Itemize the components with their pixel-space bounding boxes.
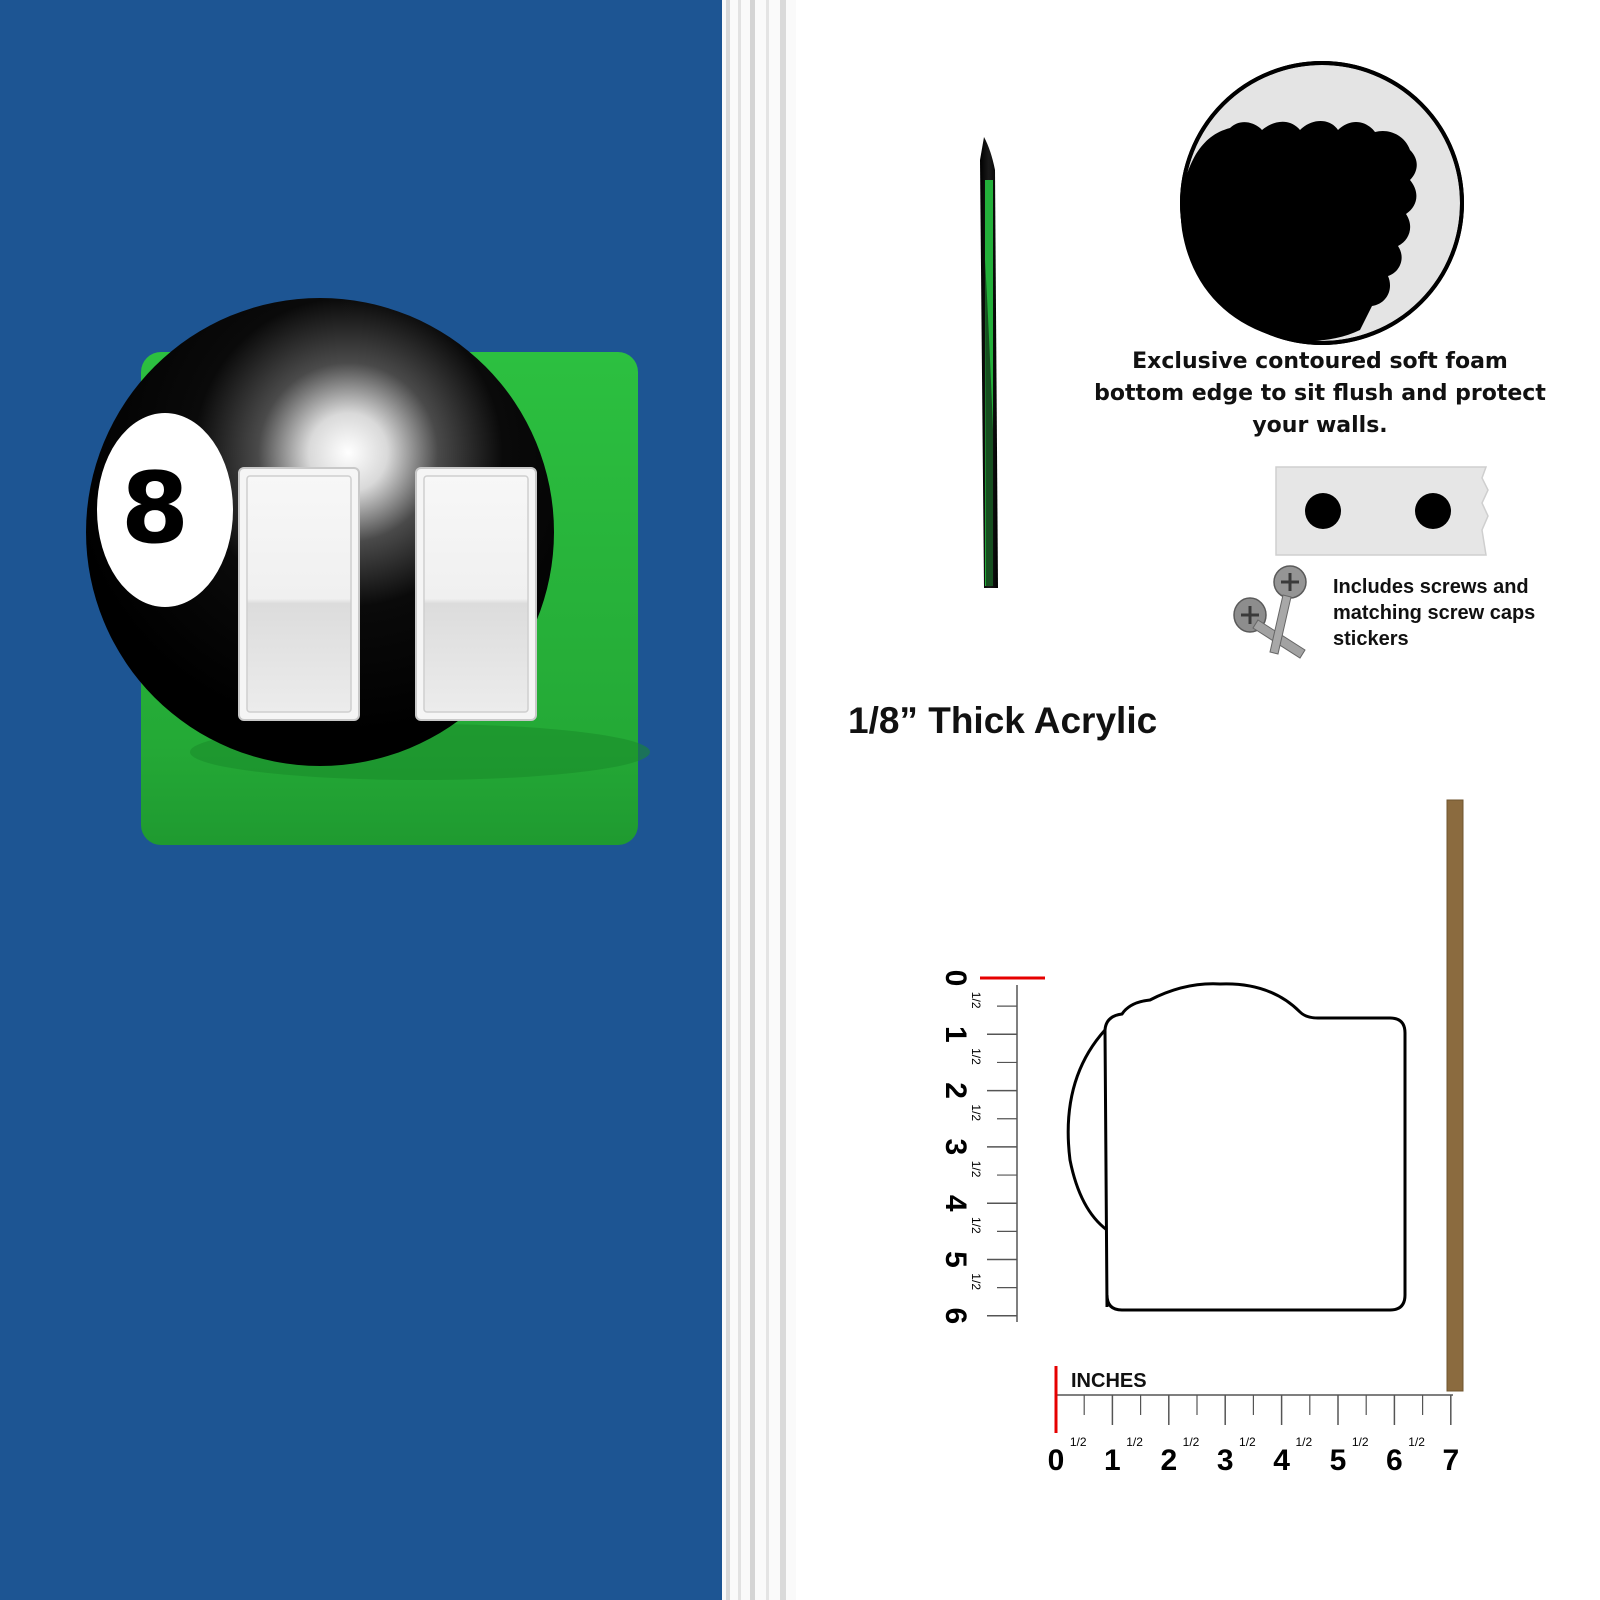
ruler-tick-label: 2 (1160, 1444, 1177, 1477)
ruler-tick-label: 5 (939, 1251, 972, 1268)
screw-cap-stickers (1275, 466, 1489, 556)
ruler-half-label: 1/2 (969, 1273, 983, 1290)
ruler-tick-label: 3 (1217, 1444, 1234, 1477)
ruler-tick-label: 4 (939, 1195, 972, 1212)
ruler-unit-label: INCHES (1071, 1370, 1147, 1392)
ruler-tick-label: 4 (1273, 1444, 1290, 1477)
ruler-tick-label: 6 (1386, 1444, 1403, 1477)
plate-side-profile (980, 137, 998, 588)
ruler-half-label: 1/2 (969, 992, 983, 1009)
ruler-tick-label: 5 (1330, 1444, 1347, 1477)
ruler-tick-label: 6 (939, 1307, 972, 1324)
screw-cap-sticker-icon (1305, 493, 1341, 529)
board-edge (1446, 799, 1464, 1392)
ruler-tick-label: 1 (1104, 1444, 1121, 1477)
ruler-half-label: 1/2 (1352, 1435, 1369, 1449)
ruler-half-label: 1/2 (969, 1104, 983, 1121)
ruler-half-label: 1/2 (1295, 1435, 1312, 1449)
ruler-half-label: 1/2 (1126, 1435, 1143, 1449)
eight-ball-number: 8 (121, 452, 189, 566)
light-switch-left[interactable] (238, 467, 360, 721)
ruler-tick-label: 3 (939, 1139, 972, 1156)
ruler-tick-label: 0 (939, 970, 972, 987)
foam-edge-caption: Exclusive contoured soft foam bottom edg… (1094, 349, 1546, 438)
vertical-ruler: 0 1/2 1 1/2 2 1/2 3 1/2 4 1/2 5 1/2 6 (939, 970, 1045, 1324)
screws-caption: Includes screws and matching screw caps … (1333, 576, 1536, 650)
plate-outline-drawing (1103, 982, 1407, 1312)
ruler-half-label: 1/2 (969, 1217, 983, 1234)
switch-plate-cover: 8 (86, 298, 650, 845)
ruler-half-label: 1/2 (969, 1161, 983, 1178)
screws-icon (1233, 565, 1307, 659)
ruler-tick-label: 7 (1442, 1444, 1459, 1477)
ruler-half-label: 1/2 (969, 1048, 983, 1065)
ruler-tick-label: 1 (939, 1026, 972, 1043)
screw-cap-sticker-icon (1415, 493, 1451, 529)
ruler-tick-label: 2 (939, 1082, 972, 1099)
ruler-half-label: 1/2 (1070, 1435, 1087, 1449)
product-illustrations: 8 01/211/221/231/241/251/26 01/211/221/2… (86, 61, 1489, 1477)
light-switch-right[interactable] (415, 467, 537, 721)
foam-edge-detail (1180, 61, 1464, 345)
thickness-label: 1/8” Thick Acrylic (848, 700, 1158, 741)
ruler-half-label: 1/2 (1183, 1435, 1200, 1449)
ruler-half-label: 1/2 (1408, 1435, 1425, 1449)
ruler-half-label: 1/2 (1239, 1435, 1256, 1449)
ruler-tick-label: 0 (1048, 1444, 1065, 1477)
